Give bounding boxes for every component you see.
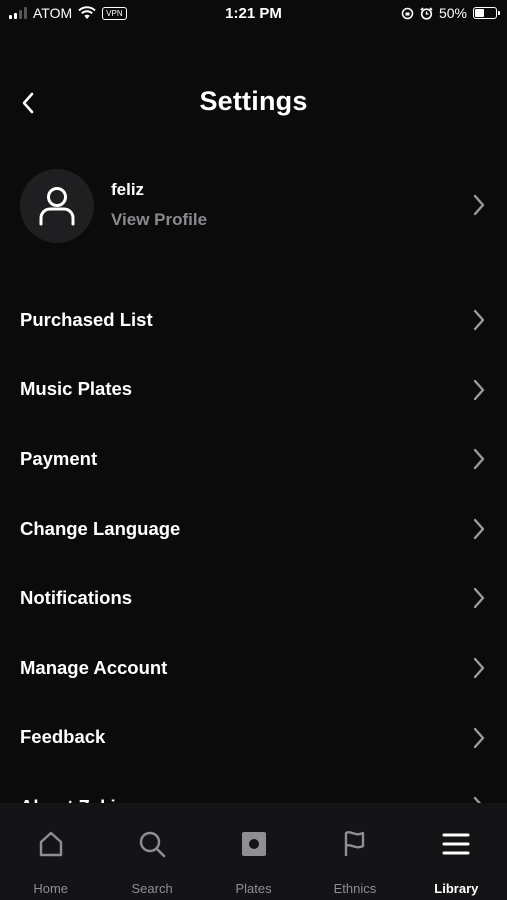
chevron-right-icon [473, 309, 485, 331]
tab-plates[interactable]: Plates [203, 803, 304, 900]
menu-item-about-zaki[interactable]: About Zaki [0, 772, 507, 803]
menu-item-purchased-list[interactable]: Purchased List [0, 285, 507, 355]
menu-item-label: Music Plates [20, 378, 133, 400]
battery-percent: 50% [438, 5, 467, 21]
tab-label: Library [434, 881, 479, 896]
chevron-right-icon [473, 657, 485, 679]
chevron-right-icon [473, 194, 485, 216]
menu-item-notifications[interactable]: Notifications [0, 563, 507, 633]
menu-item-payment[interactable]: Payment [0, 424, 507, 494]
menu-item-label: Feedback [20, 726, 106, 748]
menu-item-music-plates[interactable]: Music Plates [0, 355, 507, 425]
chevron-right-icon [473, 518, 485, 539]
chevron-right-icon [473, 379, 485, 400]
menu-item-label: About Zaki [20, 796, 116, 803]
tab-label: Plates [235, 881, 272, 896]
menu-item-feedback[interactable]: Feedback [0, 703, 507, 773]
plate-icon [239, 829, 269, 859]
tab-search[interactable]: Search [101, 803, 202, 900]
tab-library[interactable]: Library [406, 803, 507, 900]
tab-bar: Home Search Plates Ethnics Library [0, 803, 507, 900]
avatar [20, 169, 94, 243]
status-right: 50% [401, 5, 500, 21]
home-icon [36, 829, 66, 859]
page-title: Settings [199, 86, 308, 116]
tab-label: Ethnics [333, 881, 377, 896]
tab-label: Home [33, 881, 69, 896]
status-bar: ATOM VPN 1:21 PM 50% [0, 0, 507, 30]
alarm-icon [420, 6, 433, 20]
menu-item-label: Notifications [20, 587, 133, 609]
menu-item-change-language[interactable]: Change Language [0, 494, 507, 564]
orientation-lock-icon [401, 7, 414, 19]
flag-icon [340, 829, 370, 859]
search-icon [137, 829, 167, 859]
profile-name: feliz [111, 180, 145, 199]
chevron-right-icon [473, 588, 485, 609]
menu-item-label: Purchased List [20, 308, 153, 330]
menu-item-label: Payment [20, 447, 98, 469]
tab-label: Search [131, 881, 173, 896]
profile-row[interactable]: feliz View Profile [0, 160, 507, 250]
battery-icon [473, 7, 500, 19]
user-icon [39, 187, 75, 226]
menu-item-manage-account[interactable]: Manage Account [0, 633, 507, 703]
chevron-right-icon [473, 796, 481, 803]
tab-ethnics[interactable]: Ethnics [304, 803, 405, 900]
chevron-right-icon [473, 727, 485, 748]
settings-menu: Purchased List Music Plates Payment Change … [0, 285, 507, 803]
menu-item-label: Change Language [20, 517, 181, 539]
chevron-right-icon [473, 448, 485, 470]
menu-icon [441, 829, 471, 859]
view-profile-link[interactable]: View Profile [111, 210, 207, 230]
menu-item-label: Manage Account [20, 656, 168, 678]
tab-home[interactable]: Home [0, 803, 101, 900]
